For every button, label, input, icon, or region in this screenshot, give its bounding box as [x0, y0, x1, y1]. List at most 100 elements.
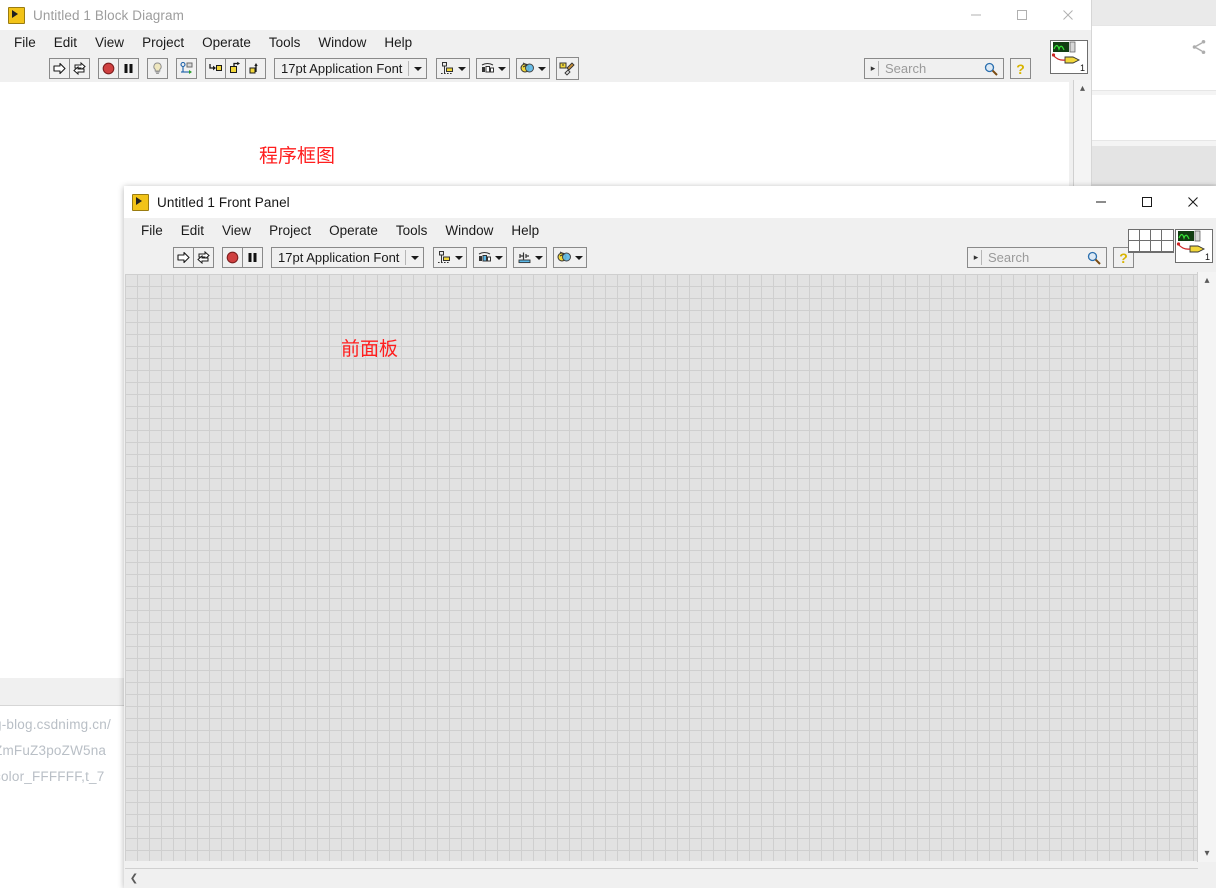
front-panel-menubar[interactable]: File Edit View Project Operate Tools Win… — [124, 218, 1216, 243]
clean-up-diagram-icon[interactable] — [556, 57, 580, 80]
run-continuously-icon[interactable] — [193, 247, 214, 268]
connector-pane-column[interactable] — [1140, 230, 1151, 252]
maximize-button[interactable] — [999, 0, 1045, 30]
abort-execution-icon[interactable] — [98, 58, 119, 79]
menu-operate[interactable]: Operate — [193, 32, 260, 53]
chevron-down-icon[interactable] — [411, 255, 420, 260]
maximize-button[interactable] — [1124, 186, 1170, 218]
connector-pane-cell[interactable] — [1162, 241, 1173, 252]
block-diagram-titlebar[interactable]: Untitled 1 Block Diagram — [0, 0, 1091, 30]
menu-edit[interactable]: Edit — [45, 32, 86, 53]
abort-execution-icon[interactable] — [222, 247, 243, 268]
connector-pane-cell[interactable] — [1129, 241, 1140, 252]
abort-pause-group[interactable] — [222, 247, 263, 268]
align-objects-button[interactable] — [436, 58, 471, 79]
align-objects-button[interactable] — [433, 247, 468, 268]
scroll-up-arrow[interactable]: ▴ — [1198, 272, 1216, 289]
chevron-down-icon[interactable] — [535, 255, 544, 260]
step-into-icon[interactable] — [205, 58, 226, 79]
front-panel-vi-icon-area[interactable]: 1 — [1175, 229, 1213, 263]
front-panel-search-area[interactable]: ▸ Search ? — [967, 247, 1134, 268]
run-arrow-icon[interactable] — [173, 247, 194, 268]
block-diagram-menubar[interactable]: File Edit View Project Operate Tools Win… — [0, 30, 1091, 55]
menu-window[interactable]: Window — [436, 220, 502, 241]
block-diagram-search-area[interactable]: ▸ Search ? — [864, 58, 1031, 79]
chevron-down-icon[interactable] — [414, 66, 423, 71]
connector-pane[interactable] — [1128, 229, 1174, 253]
menu-help[interactable]: Help — [375, 32, 421, 53]
highlight-group[interactable] — [147, 58, 168, 79]
front-panel-horizontal-scrollbar[interactable]: ❮ — [125, 868, 1198, 888]
scroll-up-arrow[interactable]: ▴ — [1074, 80, 1091, 97]
retain-values-group[interactable] — [176, 58, 197, 79]
menu-edit[interactable]: Edit — [172, 220, 213, 241]
menu-project[interactable]: Project — [133, 32, 193, 53]
pause-icon[interactable] — [242, 247, 263, 268]
reorder-objects-button[interactable] — [553, 247, 588, 268]
connector-pane-cell[interactable] — [1162, 230, 1173, 241]
step-out-icon[interactable] — [245, 58, 266, 79]
run-controls-group[interactable] — [49, 58, 90, 79]
menu-tools[interactable]: Tools — [387, 220, 437, 241]
run-controls-group[interactable] — [173, 247, 214, 268]
connector-pane-cell[interactable] — [1151, 241, 1162, 252]
highlight-execution-bulb-icon[interactable] — [147, 58, 168, 79]
resize-objects-button[interactable] — [513, 247, 548, 268]
connector-pane-cell[interactable] — [1151, 230, 1162, 241]
search-input[interactable]: ▸ Search — [864, 58, 1004, 79]
connector-pane-cell[interactable] — [1140, 230, 1151, 241]
connector-pane-column[interactable] — [1129, 230, 1140, 252]
distribute-objects-button[interactable] — [476, 58, 511, 79]
run-continuously-icon[interactable] — [69, 58, 90, 79]
menu-file[interactable]: File — [5, 32, 45, 53]
vi-icon[interactable]: 1 — [1175, 229, 1213, 263]
connector-pane-column[interactable] — [1151, 230, 1162, 252]
front-panel-titlebar[interactable]: Untitled 1 Front Panel — [124, 186, 1216, 218]
step-group[interactable] — [205, 58, 266, 79]
menu-view[interactable]: View — [213, 220, 260, 241]
magnifier-icon[interactable] — [983, 61, 999, 77]
chevron-down-icon[interactable] — [458, 66, 467, 71]
block-diagram-vi-icon-area[interactable]: 1 — [1050, 40, 1088, 74]
minimize-button[interactable] — [953, 0, 999, 30]
connector-pane-cell[interactable] — [1129, 230, 1140, 241]
chevron-down-icon[interactable] — [498, 66, 507, 71]
connector-pane-area[interactable] — [1128, 229, 1174, 253]
menu-tools[interactable]: Tools — [260, 32, 310, 53]
close-button[interactable] — [1170, 186, 1216, 218]
run-arrow-icon[interactable] — [49, 58, 70, 79]
distribute-objects-button[interactable] — [473, 247, 508, 268]
search-dropdown-arrow[interactable]: ▸ — [971, 252, 981, 263]
chevron-down-icon[interactable] — [495, 255, 504, 260]
vi-icon[interactable]: 1 — [1050, 40, 1088, 74]
minimize-button[interactable] — [1078, 186, 1124, 218]
front-panel-window-controls[interactable] — [1078, 186, 1216, 218]
share-icon[interactable] — [1190, 38, 1208, 56]
retain-wire-values-icon[interactable] — [176, 58, 197, 79]
front-panel-window[interactable]: Untitled 1 Front Panel File Edit View Pr… — [124, 186, 1216, 888]
context-help-button[interactable]: ? — [1010, 58, 1031, 79]
scroll-left-arrow[interactable]: ❮ — [125, 869, 143, 888]
magnifier-icon[interactable] — [1086, 250, 1102, 266]
reorder-objects-button[interactable] — [516, 58, 551, 79]
connector-pane-cell[interactable] — [1140, 241, 1151, 252]
front-panel-canvas[interactable]: 前面板 — [125, 274, 1198, 861]
abort-pause-group[interactable] — [98, 58, 139, 79]
search-dropdown-arrow[interactable]: ▸ — [868, 63, 878, 74]
menu-help[interactable]: Help — [502, 220, 548, 241]
pause-icon[interactable] — [118, 58, 139, 79]
search-input[interactable]: ▸ Search — [967, 247, 1107, 268]
menu-operate[interactable]: Operate — [320, 220, 387, 241]
menu-window[interactable]: Window — [309, 32, 375, 53]
connector-pane-column[interactable] — [1162, 230, 1173, 252]
scroll-down-arrow[interactable]: ▾ — [1198, 845, 1216, 862]
front-panel-toolbar[interactable]: 17pt Application Font ▸ Search ? 1 — [124, 229, 1216, 272]
menu-project[interactable]: Project — [260, 220, 320, 241]
chevron-down-icon[interactable] — [455, 255, 464, 260]
block-diagram-toolbar[interactable]: 17pt Application Font ▸ Search ? 1 — [0, 40, 1091, 82]
chevron-down-icon[interactable] — [538, 66, 547, 71]
front-panel-vertical-scrollbar[interactable]: ▴ ▾ — [1197, 272, 1216, 862]
font-selector[interactable]: 17pt Application Font — [274, 58, 428, 79]
step-over-icon[interactable] — [225, 58, 246, 79]
close-button[interactable] — [1045, 0, 1091, 30]
